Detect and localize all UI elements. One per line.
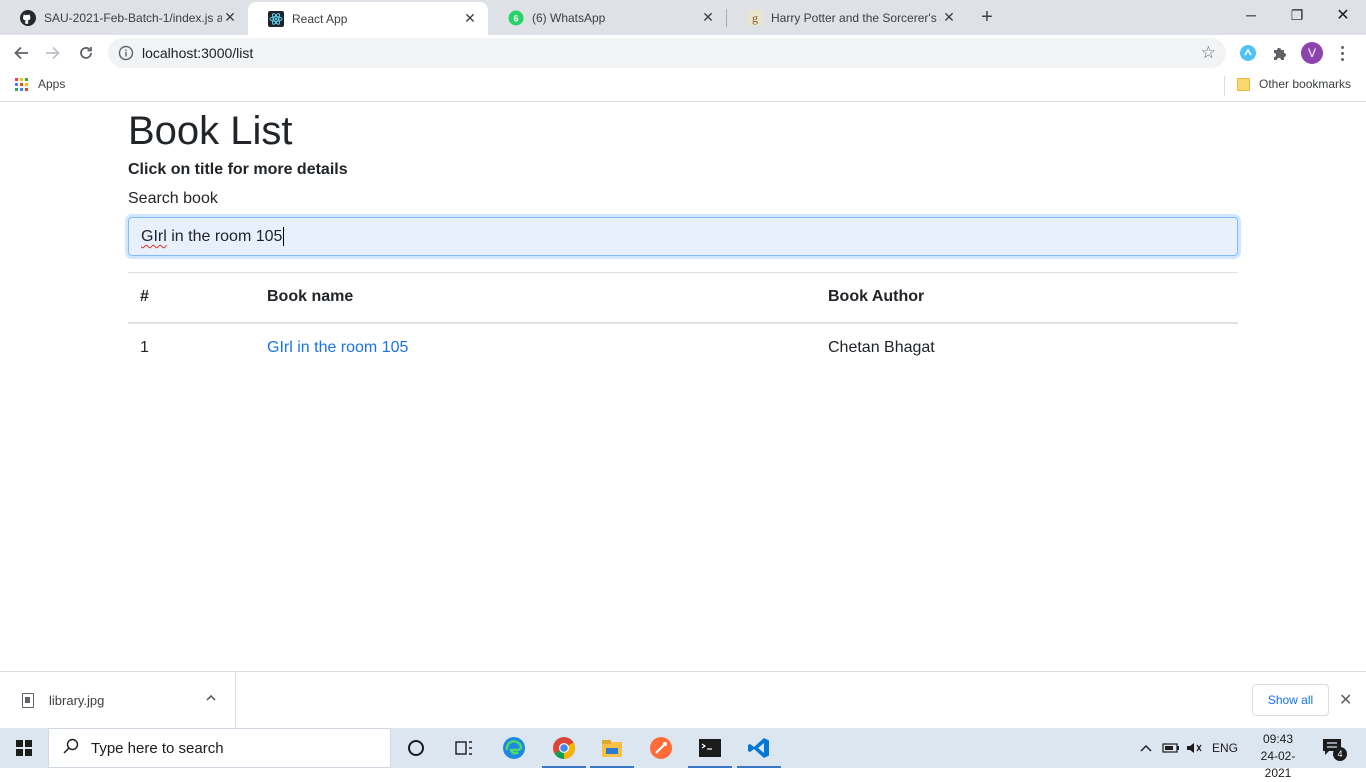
tab-title: Harry Potter and the Sorcerer's St (771, 10, 941, 25)
windows-icon (16, 740, 32, 756)
tab-title: React App (292, 11, 348, 26)
vscode-icon[interactable] (735, 728, 783, 768)
notification-badge: 4 (1333, 747, 1347, 761)
tab-title: SAU-2021-Feb-Batch-1/index.js a (44, 10, 222, 25)
text-caret (283, 227, 285, 247)
language-indicator[interactable]: ENG (1212, 728, 1238, 768)
download-file-name: library.jpg (49, 692, 105, 708)
arrow-right-icon (46, 46, 60, 60)
tab-strip: SAU-2021-Feb-Batch-1/index.js a ✕ React … (0, 0, 1366, 35)
taskbar-search[interactable]: Type here to search (48, 728, 391, 768)
other-bookmarks[interactable]: Other bookmarks (1237, 77, 1351, 91)
start-button[interactable] (0, 728, 48, 768)
close-icon[interactable]: ✕ (222, 9, 238, 26)
battery-icon[interactable] (1162, 728, 1180, 768)
chrome-icon[interactable] (540, 728, 588, 768)
cortana-icon[interactable] (392, 728, 440, 768)
show-all-button[interactable]: Show all (1252, 684, 1329, 716)
misspelled-word: GIrl (141, 228, 167, 245)
close-icon[interactable]: ✕ (462, 10, 478, 27)
info-icon[interactable] (118, 45, 134, 61)
taskbar: Type here to search ENG 09:43 24-02-2021… (0, 728, 1366, 780)
tab-github[interactable]: SAU-2021-Feb-Batch-1/index.js a ✕ (0, 0, 248, 35)
apps-grid-icon (15, 77, 28, 91)
browser-toolbar: localhost:3000/list ☆ V (0, 35, 1366, 71)
table-row: 1 GIrl in the room 105 Chetan Bhagat (128, 323, 1238, 373)
table-header-row: # Book name Book Author (128, 272, 1238, 324)
apps-bookmark[interactable]: Apps (15, 77, 65, 91)
search-input[interactable]: GIrl in the room 105 (128, 217, 1238, 256)
row-number: 1 (140, 339, 149, 356)
svg-text:6: 6 (513, 13, 518, 23)
puzzle-icon[interactable] (1270, 43, 1290, 63)
bookmarks-divider (1224, 76, 1225, 96)
file-explorer-icon[interactable] (588, 728, 636, 768)
folder-icon (1237, 77, 1250, 91)
close-icon[interactable]: ✕ (700, 9, 716, 26)
search-label: Search book (128, 190, 218, 207)
terminal-icon[interactable] (686, 728, 734, 768)
restore-button[interactable]: ❐ (1274, 0, 1320, 30)
tab-goodreads[interactable]: g Harry Potter and the Sorcerer's St ✕ (727, 0, 967, 35)
menu-icon[interactable] (1336, 41, 1348, 65)
forward-button[interactable] (39, 39, 67, 67)
clock-date: 24-02-2021 (1260, 749, 1296, 780)
tab-react-app[interactable]: React App ✕ (248, 2, 488, 35)
edge-icon[interactable] (490, 728, 538, 768)
file-icon (22, 692, 34, 708)
extension-icon[interactable] (1238, 43, 1258, 63)
clock-time: 09:43 (1262, 732, 1294, 746)
book-author: Chetan Bhagat (828, 339, 935, 356)
column-header-book-author: Book Author (816, 272, 1238, 324)
profile-avatar[interactable]: V (1301, 42, 1323, 64)
chevron-up-icon[interactable] (205, 692, 217, 707)
volume-muted-icon[interactable] (1186, 728, 1202, 768)
bookmark-star-icon[interactable]: ☆ (1201, 43, 1216, 63)
search-input-text: in the room 105 (166, 228, 283, 245)
show-hidden-icons[interactable] (1139, 728, 1153, 768)
address-bar[interactable]: localhost:3000/list ☆ (108, 38, 1226, 68)
whatsapp-icon: 6 (508, 10, 524, 26)
column-header-book-name: Book name (255, 272, 816, 324)
book-table: # Book name Book Author 1 GIrl in the ro… (128, 272, 1238, 373)
tab-title: (6) WhatsApp (532, 10, 606, 25)
github-icon (20, 9, 36, 26)
clock[interactable]: 09:43 24-02-2021 (1248, 731, 1308, 782)
minimize-button[interactable]: ─ (1228, 0, 1274, 30)
column-header-number: # (128, 272, 255, 324)
tab-whatsapp[interactable]: 6 (6) WhatsApp ✕ (488, 0, 726, 35)
new-tab-button[interactable]: + (976, 6, 998, 28)
download-item[interactable]: library.jpg (0, 672, 236, 728)
task-view-icon[interactable] (440, 728, 488, 768)
goodreads-icon: g (747, 9, 763, 26)
download-bar: library.jpg Show all ✕ (0, 671, 1366, 728)
notification-center[interactable]: 4 (1322, 738, 1347, 761)
back-button[interactable] (7, 39, 35, 67)
close-icon[interactable]: ✕ (941, 9, 957, 26)
page-subtitle: Click on title for more details (128, 161, 348, 178)
page-title: Book List (128, 109, 293, 153)
book-title-link[interactable]: GIrl in the room 105 (267, 339, 408, 356)
svg-text:g: g (752, 11, 758, 25)
search-icon (63, 738, 79, 759)
url-text[interactable]: localhost:3000/list (142, 45, 253, 61)
reload-button[interactable] (72, 39, 100, 67)
react-icon (268, 10, 284, 27)
postman-icon[interactable] (637, 728, 685, 768)
close-window-button[interactable]: ✕ (1320, 0, 1366, 30)
close-icon[interactable]: ✕ (1339, 690, 1352, 710)
apps-label: Apps (38, 77, 66, 91)
taskbar-search-placeholder: Type here to search (91, 739, 224, 757)
other-bookmarks-label: Other bookmarks (1259, 77, 1352, 91)
reload-icon (80, 47, 92, 59)
arrow-left-icon (14, 46, 28, 60)
bookmarks-bar: Apps Other bookmarks (0, 71, 1366, 102)
